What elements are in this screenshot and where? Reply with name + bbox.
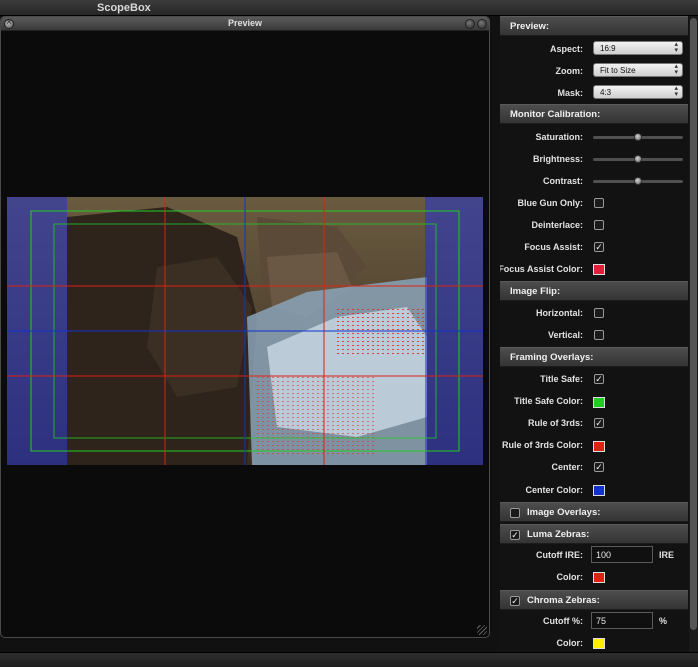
- rule-of-thirds-checkbox[interactable]: ✓: [594, 418, 604, 428]
- deinterlace-label: Deinterlace:: [531, 220, 583, 230]
- saturation-slider-knob[interactable]: [634, 133, 642, 141]
- inspector-scrollbar[interactable]: [689, 16, 698, 652]
- section-framing-header: Framing Overlays:: [500, 347, 688, 367]
- section-luma-zebras-header[interactable]: ✓ Luma Zebras:: [500, 524, 688, 544]
- mask-value: 4:3: [600, 88, 612, 97]
- chroma-zebras-checkbox[interactable]: ✓: [510, 596, 520, 606]
- blue-gun-checkbox[interactable]: [594, 198, 604, 208]
- section-image-overlays-header[interactable]: Image Overlays:: [500, 502, 688, 522]
- mask-popup[interactable]: 4:3 ▴ ▾: [593, 85, 683, 99]
- preview-window-header[interactable]: Preview: [1, 17, 489, 31]
- updown-arrows-icon: ▴ ▾: [674, 41, 678, 54]
- section-image-flip-header: Image Flip:: [500, 281, 688, 301]
- center-color-swatch[interactable]: [593, 485, 605, 496]
- title-safe-color-swatch[interactable]: [593, 397, 605, 408]
- aspect-label: Aspect:: [549, 44, 583, 54]
- center-checkbox[interactable]: ✓: [594, 462, 604, 472]
- luma-cutoff-label: Cutoff IRE:: [536, 550, 583, 560]
- chroma-cutoff-unit: %: [659, 616, 668, 626]
- zoom-value: Fit to Size: [600, 66, 636, 75]
- inspector-panel: Preview: Aspect: 16:9 ▴ ▾ Zoom: Fit to Si…: [500, 16, 688, 652]
- chroma-color-swatch[interactable]: [593, 638, 605, 649]
- resize-grip-icon[interactable]: [477, 625, 487, 635]
- preview-window: Preview: [0, 16, 490, 638]
- section-preview-header: Preview:: [500, 16, 688, 36]
- vertical-flip-checkbox[interactable]: [594, 330, 604, 340]
- vertical-label: Vertical:: [547, 330, 583, 340]
- section-image-flip-label: Image Flip:: [510, 286, 561, 297]
- blue-gun-label: Blue Gun Only:: [517, 198, 583, 208]
- app-title: ScopeBox: [97, 2, 151, 14]
- section-calibration-label: Monitor Calibration:: [510, 109, 601, 120]
- deinterlace-checkbox[interactable]: [594, 220, 604, 230]
- app-titlebar: ScopeBox: [0, 0, 698, 16]
- luma-zebras-checkbox[interactable]: ✓: [510, 530, 520, 540]
- zoom-window-icon[interactable]: [465, 19, 475, 29]
- focus-assist-marks: [337, 307, 427, 357]
- focus-assist-label: Focus Assist:: [524, 242, 583, 252]
- aspect-value: 16:9: [600, 44, 616, 53]
- luma-cutoff-value: 100: [596, 550, 612, 560]
- preview-video-frame: [7, 197, 483, 465]
- focus-assist-checkbox[interactable]: ✓: [594, 242, 604, 252]
- section-framing-label: Framing Overlays:: [510, 352, 594, 363]
- section-chroma-zebras-header[interactable]: ✓ Chroma Zebras:: [500, 590, 688, 610]
- contrast-label: Contrast:: [543, 176, 583, 186]
- section-luma-zebras-label: Luma Zebras:: [527, 529, 590, 540]
- brightness-slider-knob[interactable]: [634, 155, 642, 163]
- center-color-label: Center Color:: [525, 485, 583, 495]
- saturation-label: Saturation:: [535, 132, 583, 142]
- zoom-label: Zoom:: [555, 66, 584, 76]
- collapse-window-icon[interactable]: [477, 19, 487, 29]
- luma-color-swatch[interactable]: [593, 572, 605, 583]
- focus-assist-marks-lower: [257, 377, 377, 457]
- chroma-color-label: Color:: [556, 638, 584, 648]
- focus-assist-color-swatch[interactable]: [593, 264, 605, 275]
- preview-title: Preview: [227, 18, 263, 28]
- luma-cutoff-unit: IRE: [659, 550, 675, 560]
- status-bar: [0, 652, 698, 667]
- contrast-slider[interactable]: [593, 177, 683, 185]
- section-preview-label: Preview:: [510, 21, 550, 32]
- contrast-slider-knob[interactable]: [634, 177, 642, 185]
- zoom-popup[interactable]: Fit to Size ▴ ▾: [593, 63, 683, 77]
- horizontal-label: Horizontal:: [536, 308, 583, 318]
- rule-of-thirds-color-swatch[interactable]: [593, 441, 605, 452]
- inspector-scrollbar-thumb[interactable]: [690, 18, 697, 630]
- updown-arrows-icon: ▴ ▾: [674, 63, 678, 76]
- rule-of-thirds-label: Rule of 3rds:: [527, 418, 583, 428]
- center-label: Center:: [551, 462, 583, 472]
- rule-of-thirds-color-label: Rule of 3rds Color:: [501, 440, 583, 450]
- brightness-label: Brightness:: [532, 154, 583, 164]
- horizontal-flip-checkbox[interactable]: [594, 308, 604, 318]
- preview-image: [7, 197, 483, 465]
- title-safe-color-label: Title Safe Color:: [514, 396, 583, 406]
- saturation-slider[interactable]: [593, 133, 683, 141]
- focus-assist-color-label: Focus Assist Color:: [500, 264, 583, 274]
- title-safe-label: Title Safe:: [540, 374, 583, 384]
- section-calibration-header: Monitor Calibration:: [500, 104, 688, 124]
- luma-cutoff-input[interactable]: 100: [591, 546, 653, 563]
- updown-arrows-icon: ▴ ▾: [674, 85, 678, 98]
- brightness-slider[interactable]: [593, 155, 683, 163]
- title-safe-checkbox[interactable]: ✓: [594, 374, 604, 384]
- section-chroma-zebras-label: Chroma Zebras:: [527, 595, 600, 606]
- image-overlays-checkbox[interactable]: [510, 508, 520, 518]
- chroma-cutoff-label: Cutoff %:: [543, 616, 583, 626]
- luma-color-label: Color:: [556, 572, 584, 582]
- chroma-cutoff-value: 75: [596, 616, 607, 626]
- chroma-cutoff-input[interactable]: 75: [591, 612, 653, 629]
- aspect-popup[interactable]: 16:9 ▴ ▾: [593, 41, 683, 55]
- section-image-overlays-label: Image Overlays:: [527, 507, 601, 518]
- mask-label: Mask:: [557, 88, 583, 98]
